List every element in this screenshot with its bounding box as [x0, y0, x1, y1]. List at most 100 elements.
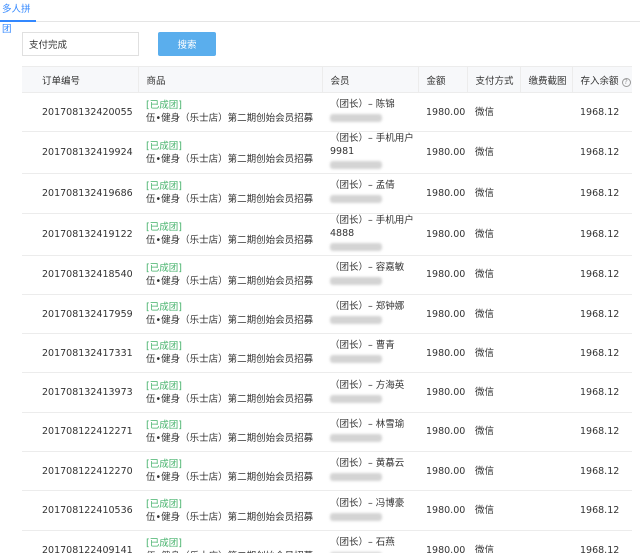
- balance-cell: 1968.12: [572, 131, 632, 174]
- status-badge: [已成团]: [146, 380, 182, 392]
- table-row[interactable]: 201708132417331 [已成团] 伍•健身（乐士店）第二期创始会员招募 （团…: [22, 333, 632, 373]
- product-name[interactable]: 伍•健身（乐士店）第二期创始会员招募: [146, 153, 322, 166]
- product-cell: [已成团]伍•健身（乐士店）第二期创始会员招募: [138, 490, 322, 531]
- pay-method-cell: 微信: [467, 212, 520, 256]
- fee-screenshot-cell: [520, 411, 572, 452]
- table-row[interactable]: 201708132413973 [已成团] 伍•健身（乐士店）第二期创始会员招募 （团…: [22, 372, 632, 413]
- status-badge: [已成团]: [146, 459, 182, 471]
- pay-method-cell: 微信: [467, 131, 520, 174]
- order-no-cell: 201708132418540: [22, 254, 138, 295]
- product-name[interactable]: 伍•健身（乐士店）第二期创始会员招募: [146, 353, 322, 366]
- amount-cell: 1980.00: [418, 529, 467, 553]
- tab-group-buy[interactable]: 多人拼团: [0, 0, 36, 35]
- fee-screenshot-cell: [520, 529, 572, 553]
- table-row[interactable]: 201708132419924 [已成团] 伍•健身（乐士店）第二期创始会员招募 （团…: [22, 131, 632, 174]
- fee-screenshot-cell: [520, 372, 572, 413]
- header-order-no[interactable]: 订单编号: [22, 66, 138, 93]
- member-name[interactable]: （团长）– 方海英: [330, 379, 418, 392]
- order-no-cell: 201708132417959: [22, 293, 138, 334]
- table-row[interactable]: 201708122412270 [已成团] 伍•健身（乐士店）第二期创始会员招募 （团…: [22, 451, 632, 491]
- order-no-cell: 201708132419924: [22, 131, 138, 174]
- member-cell: （团长）– 手机用户9981: [322, 131, 418, 174]
- product-cell: [已成团]伍•健身（乐士店）第二期创始会员招募: [138, 91, 322, 132]
- member-cell: （团长）– 石燕: [322, 529, 418, 553]
- product-name[interactable]: 伍•健身（乐士店）第二期创始会员招募: [146, 275, 322, 288]
- search-input[interactable]: [22, 32, 139, 56]
- status-badge: [已成团]: [146, 222, 182, 234]
- order-no-cell: 201708122409141: [22, 529, 138, 553]
- product-cell: [已成团]伍•健身（乐士店）第二期创始会员招募: [138, 529, 322, 553]
- table-row[interactable]: 201708132420055 [已成团] 伍•健身（乐士店）第二期创始会员招募 （团…: [22, 91, 632, 132]
- header-pay-method[interactable]: 支付方式: [466, 66, 520, 93]
- product-cell: [已成团]伍•健身（乐士店）第二期创始会员招募: [138, 411, 322, 452]
- table-row[interactable]: 201708132419122 [已成团] 伍•健身（乐士店）第二期创始会员招募 （团…: [22, 212, 632, 256]
- table-row[interactable]: 201708122412271 [已成团] 伍•健身（乐士店）第二期创始会员招募 （团…: [22, 411, 632, 452]
- table-row[interactable]: 201708132419686 [已成团] 伍•健身（乐士店）第二期创始会员招募 （团…: [22, 173, 632, 214]
- header-member[interactable]: 会员: [321, 66, 418, 93]
- member-name[interactable]: （团长）– 容嘉敏: [330, 261, 418, 274]
- header-amount[interactable]: 金额: [417, 66, 467, 93]
- header-fee-screenshot[interactable]: 缴费截图: [519, 66, 572, 93]
- product-name[interactable]: 伍•健身（乐士店）第二期创始会员招募: [146, 432, 322, 445]
- member-name[interactable]: （团长）– 黄慕云: [330, 457, 418, 470]
- product-name[interactable]: 伍•健身（乐士店）第二期创始会员招募: [146, 234, 322, 247]
- header-balance[interactable]: 存入余额?: [571, 66, 632, 93]
- redacted-phone: [330, 433, 382, 442]
- product-name[interactable]: 伍•健身（乐士店）第二期创始会员招募: [146, 112, 322, 125]
- balance-cell: 1968.12: [572, 212, 632, 256]
- pay-method-cell: 微信: [467, 293, 520, 334]
- amount-cell: 1980.00: [418, 372, 467, 413]
- table-row[interactable]: 201708122410536 [已成团] 伍•健身（乐士店）第二期创始会员招募 （团…: [22, 490, 632, 531]
- balance-cell: 1968.12: [572, 173, 632, 214]
- member-name[interactable]: （团长）– 陈锦: [330, 98, 418, 111]
- member-cell: （团长）– 冯博豪: [322, 490, 418, 531]
- member-name[interactable]: （团长）– 郑钟娜: [330, 300, 418, 313]
- member-name[interactable]: （团长）– 冯博豪: [330, 497, 418, 510]
- amount-cell: 1980.00: [418, 293, 467, 334]
- product-cell: [已成团]伍•健身（乐士店）第二期创始会员招募: [138, 451, 322, 491]
- table-row[interactable]: 201708132418540 [已成团] 伍•健身（乐士店）第二期创始会员招募 （团…: [22, 254, 632, 295]
- pay-method-cell: 微信: [467, 411, 520, 452]
- product-cell: [已成团]伍•健身（乐士店）第二期创始会员招募: [138, 293, 322, 334]
- table-body: 201708132420055 [已成团] 伍•健身（乐士店）第二期创始会员招募 （团…: [22, 91, 632, 553]
- member-name[interactable]: （团长）– 石燕: [330, 536, 418, 549]
- order-no-cell: 201708122412270: [22, 451, 138, 491]
- help-icon[interactable]: ?: [621, 77, 631, 87]
- redacted-phone: [330, 242, 382, 251]
- product-cell: [已成团]伍•健身（乐士店）第二期创始会员招募: [138, 372, 322, 413]
- status-badge: [已成团]: [146, 302, 182, 314]
- order-no-cell: 201708132417331: [22, 333, 138, 373]
- member-name[interactable]: （团长）– 曹青: [330, 339, 418, 352]
- table-row[interactable]: 201708122409141[已成团]伍•健身（乐士店）第二期创始会员招募 （团…: [22, 529, 632, 553]
- table-row[interactable]: 201708132417959 [已成团] 伍•健身（乐士店）第二期创始会员招募 （团…: [22, 293, 632, 334]
- product-name[interactable]: 伍•健身（乐士店）第二期创始会员招募: [146, 511, 322, 524]
- member-name[interactable]: （团长）– 手机用户9981: [330, 133, 418, 159]
- balance-cell: 1968.12: [572, 91, 632, 132]
- fee-screenshot-cell: [520, 490, 572, 531]
- pay-method-cell: 微信: [467, 372, 520, 413]
- fee-screenshot-cell: [520, 254, 572, 295]
- redacted-phone: [330, 394, 382, 403]
- amount-cell: 1980.00: [418, 131, 467, 174]
- balance-cell: 1968.12: [572, 451, 632, 491]
- redacted-phone: [330, 316, 382, 325]
- status-badge: [已成团]: [146, 262, 182, 274]
- member-cell: （团长）– 容嘉敏: [322, 254, 418, 295]
- status-badge: [已成团]: [146, 181, 182, 193]
- redacted-phone: [330, 473, 382, 482]
- order-table: 订单编号 商品 会员 金额 支付方式 缴费截图 存入余额? 2017081324…: [22, 66, 632, 553]
- fee-screenshot-cell: [520, 212, 572, 256]
- order-no-cell: 201708132413973: [22, 372, 138, 413]
- header-balance-label: 存入余额: [580, 75, 619, 87]
- member-name[interactable]: （团长）– 手机用户4888: [330, 214, 418, 240]
- member-name[interactable]: （团长）– 孟倩: [330, 179, 418, 192]
- product-name[interactable]: 伍•健身（乐士店）第二期创始会员招募: [146, 314, 322, 327]
- header-product[interactable]: 商品: [137, 66, 322, 93]
- balance-cell: 1968.12: [572, 490, 632, 531]
- product-name[interactable]: 伍•健身（乐士店）第二期创始会员招募: [146, 393, 322, 406]
- search-button[interactable]: 搜索: [158, 32, 216, 56]
- product-name[interactable]: 伍•健身（乐士店）第二期创始会员招募: [146, 193, 322, 206]
- status-badge: [已成团]: [146, 140, 182, 152]
- product-name[interactable]: 伍•健身（乐士店）第二期创始会员招募: [146, 471, 322, 484]
- member-name[interactable]: （团长）– 林雪瑜: [330, 418, 418, 431]
